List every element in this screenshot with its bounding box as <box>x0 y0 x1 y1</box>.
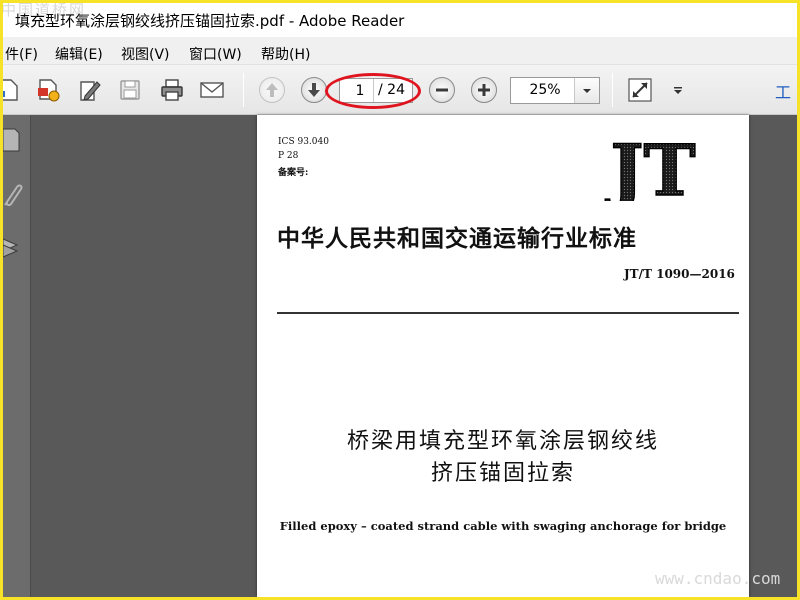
pdf-page: ICS 93.040 P 28 备案号: JT 中华人民共和国交通运输行业标准 … <box>257 115 749 597</box>
standard-code: JT/T 1090—2016 <box>624 267 735 281</box>
next-page-button[interactable] <box>301 77 327 103</box>
main-title-line1: 桥梁用填充型环氧涂层钢绞线 <box>346 429 659 454</box>
edit-icon[interactable] <box>77 77 103 103</box>
watermark-bottom: www.cndao.com <box>655 569 781 588</box>
pages-icon[interactable] <box>3 127 23 153</box>
save-icon[interactable] <box>117 77 143 103</box>
menu-file[interactable]: 件(F) <box>5 44 38 64</box>
english-title: Filled epoxy – coated strand cable with … <box>279 519 727 533</box>
jt-logo: JT <box>604 137 697 201</box>
tools-pane-button[interactable]: 工 <box>775 79 791 103</box>
zoom-in-button[interactable] <box>471 77 497 103</box>
toolbar-more-icon[interactable] <box>672 85 684 97</box>
menu-view[interactable]: 视图(V) <box>121 44 170 64</box>
zoom-dropdown-button[interactable] <box>574 78 599 103</box>
toolbar: / 24 <box>3 65 797 115</box>
full-screen-icon[interactable] <box>627 77 653 103</box>
open-pdf-icon[interactable] <box>35 77 61 103</box>
create-pdf-icon[interactable] <box>3 77 21 103</box>
jt-logo-text: JT <box>604 137 695 201</box>
minus-icon <box>436 88 448 92</box>
menu-bar: 件(F) 编辑(E) 视图(V) 窗口(W) 帮助(H) <box>3 37 797 65</box>
print-icon[interactable] <box>159 77 185 103</box>
title-bar: 中国道桥网 填充型环氧涂层钢绞线挤压锚固拉索.pdf - Adobe Reade… <box>3 3 797 37</box>
window-title: 填充型环氧涂层钢绞线挤压锚固拉索.pdf - Adobe Reader <box>15 12 405 30</box>
arrow-up-icon <box>266 83 278 97</box>
menu-edit[interactable]: 编辑(E) <box>55 44 103 64</box>
standard-title-cn: 中华人民共和国交通运输行业标准 <box>277 226 637 252</box>
zoom-select[interactable] <box>510 77 600 104</box>
previous-page-button[interactable] <box>259 77 285 103</box>
toolbar-separator <box>612 73 613 107</box>
navigation-panel <box>3 115 31 597</box>
highlight-ellipse <box>325 73 421 109</box>
main-title-line2: 挤压锚固拉索 <box>430 461 575 486</box>
email-icon[interactable] <box>199 77 225 103</box>
p-code: P 28 <box>278 151 299 161</box>
menu-help[interactable]: 帮助(H) <box>261 44 310 64</box>
horizontal-rule <box>277 312 739 314</box>
zoom-input[interactable] <box>519 82 571 98</box>
ics-code: ICS 93.040 <box>278 137 329 147</box>
zoom-out-button[interactable] <box>429 77 455 103</box>
attachment-icon[interactable] <box>3 179 25 209</box>
chevron-down-icon <box>583 89 591 93</box>
menu-window[interactable]: 窗口(W) <box>189 44 242 64</box>
plus-icon <box>478 84 490 96</box>
arrow-down-icon <box>308 83 320 97</box>
record-label: 备案号: <box>278 168 309 178</box>
layers-icon[interactable] <box>3 233 25 261</box>
app-window: 中国道桥网 填充型环氧涂层钢绞线挤压锚固拉索.pdf - Adobe Reade… <box>3 3 797 597</box>
toolbar-separator <box>243 73 244 107</box>
document-viewer[interactable]: ICS 93.040 P 28 备案号: JT 中华人民共和国交通运输行业标准 … <box>31 115 797 597</box>
